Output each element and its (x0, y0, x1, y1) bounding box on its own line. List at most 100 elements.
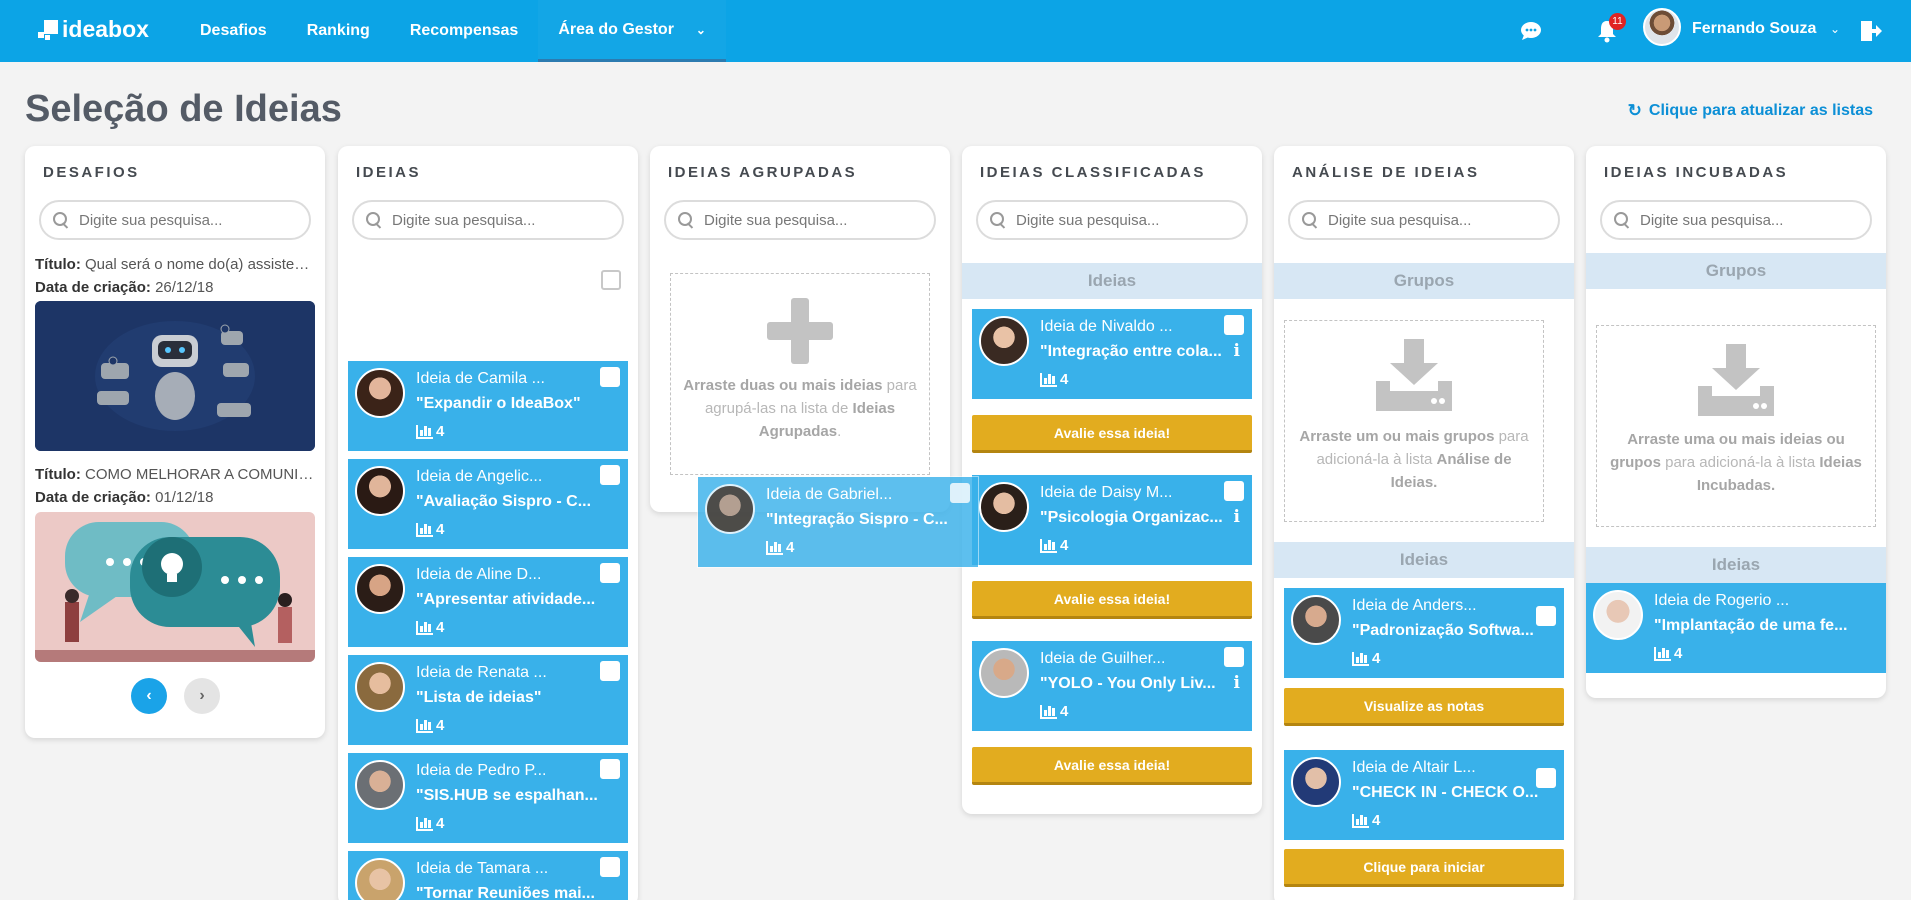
refresh-lists-link[interactable]: ↻ Clique para atualizar as listas (1628, 101, 1873, 121)
idea-card[interactable]: Ideia de Rogerio ... "Implantação de uma… (1586, 583, 1886, 673)
search-field[interactable] (39, 200, 311, 240)
visualize-notas-button[interactable]: Visualize as notas (1284, 688, 1564, 726)
avalie-ideia-button[interactable]: Avalie essa ideia! (972, 415, 1252, 453)
idea-checkbox[interactable] (1536, 606, 1556, 626)
idea-checkbox[interactable] (1224, 315, 1244, 335)
idea-checkbox[interactable] (1224, 481, 1244, 501)
chevron-down-icon: ⌄ (695, 22, 706, 37)
top-navbar: ideabox Desafios Ranking Recompensas Áre… (0, 0, 1911, 62)
dragging-idea-card[interactable]: Ideia de Gabriel... "Integração Sispro -… (698, 477, 978, 567)
search-field[interactable] (664, 200, 936, 240)
next-page-button[interactable]: › (184, 678, 220, 714)
idea-author: Ideia de Guilher... (1040, 650, 1166, 667)
idea-title: "Psicologia Organizac... (1040, 509, 1223, 526)
select-all-checkbox[interactable] (601, 270, 621, 290)
idea-author: Ideia de Renata ... (416, 664, 547, 681)
idea-card[interactable]: Ideia de Renata ... "Lista de ideias" 4 (348, 655, 628, 745)
info-icon[interactable]: i (1234, 673, 1240, 693)
idea-card[interactable]: Ideia de Anders... "Padronização Softwa.… (1284, 588, 1564, 678)
idea-card[interactable]: Ideia de Nivaldo ... "Integração entre c… (972, 309, 1252, 399)
search-input[interactable] (79, 211, 299, 229)
avalie-ideia-button[interactable]: Avalie essa ideia! (972, 747, 1252, 785)
avalie-ideia-button[interactable]: Avalie essa ideia! (972, 581, 1252, 619)
idea-score: 4 (416, 521, 444, 538)
column-desafios: DESAFIOS Título: Qual será o nome do(a) … (25, 146, 325, 738)
search-input[interactable] (1328, 211, 1548, 229)
info-icon[interactable]: i (1234, 507, 1240, 527)
bar-chart-icon (416, 718, 433, 733)
idea-title: "Tornar Reuniões mai... (416, 885, 595, 900)
nav-area-do-gestor[interactable]: Área do Gestor ⌄ (538, 0, 726, 62)
column-ideias-classificadas: IDEIAS CLASSIFICADAS Ideias Ideia de Niv… (962, 146, 1262, 814)
idea-card[interactable]: Ideia de Camila ... "Expandir o IdeaBox"… (348, 361, 628, 451)
idea-title: "CHECK IN - CHECK O... (1352, 784, 1539, 801)
idea-card[interactable]: Ideia de Altair L... "CHECK IN - CHECK O… (1284, 750, 1564, 840)
idea-score: 4 (1040, 703, 1068, 720)
idea-card[interactable]: Ideia de Tamara ... "Tornar Reuniões mai… (348, 851, 628, 900)
column-title: IDEIAS AGRUPADAS (668, 164, 858, 181)
idea-card-content: Ideia de Gabriel... "Integração Sispro -… (698, 477, 978, 567)
search-field[interactable] (352, 200, 624, 240)
idea-card[interactable]: Ideia de Aline D... "Apresentar atividad… (348, 557, 628, 647)
section-header-grupos: Grupos (1586, 253, 1886, 289)
avatar (705, 484, 755, 534)
logo-text: ideabox (62, 16, 149, 42)
avatar (1593, 590, 1643, 640)
column-ideias: IDEIAS Ideia de Camila ... "Expandir o I… (338, 146, 638, 900)
idea-title: "Integração entre cola... (1040, 343, 1222, 360)
nav-ranking[interactable]: Ranking (287, 0, 390, 62)
ideabox-logo[interactable]: ideabox (38, 16, 149, 43)
desafio-image-robot[interactable] (35, 301, 315, 451)
nav-recompensas[interactable]: Recompensas (390, 0, 539, 62)
column-title: IDEIAS INCUBADAS (1604, 164, 1789, 181)
analise-dropzone[interactable]: Arraste um ou mais grupos para adicioná-… (1284, 320, 1544, 522)
user-avatar[interactable] (1643, 8, 1681, 46)
idea-checkbox[interactable] (1536, 768, 1556, 788)
info-icon[interactable]: i (1234, 341, 1240, 361)
search-input[interactable] (392, 211, 612, 229)
idea-checkbox[interactable] (1224, 647, 1244, 667)
idea-checkbox[interactable] (950, 483, 970, 503)
idea-title: "Implantação de uma fe... (1654, 617, 1848, 634)
chevron-down-icon[interactable]: ⌄ (1830, 22, 1840, 36)
idea-card[interactable]: Ideia de Angelic... "Avaliação Sispro - … (348, 459, 628, 549)
logo-icon (38, 19, 58, 40)
chat-icon[interactable] (1520, 21, 1542, 41)
download-tray-icon (1376, 339, 1452, 411)
logout-icon[interactable] (1860, 20, 1882, 42)
search-icon (1302, 212, 1318, 228)
idea-checkbox[interactable] (600, 465, 620, 485)
idea-card[interactable]: Ideia de Pedro P... "SIS.HUB se espalhan… (348, 753, 628, 843)
section-header-ideias: Ideias (1274, 542, 1574, 578)
idea-card[interactable]: Ideia de Guilher... "YOLO - You Only Liv… (972, 641, 1252, 731)
idea-score: 4 (416, 423, 444, 440)
idea-card[interactable]: Ideia de Daisy M... "Psicologia Organiza… (972, 475, 1252, 565)
idea-author: Ideia de Altair L... (1352, 759, 1476, 776)
idea-title: "SIS.HUB se espalhan... (416, 787, 598, 804)
desafio-image-communication[interactable] (35, 512, 315, 662)
bar-chart-icon (1040, 538, 1057, 553)
previous-page-button[interactable]: ‹ (131, 678, 167, 714)
download-tray-icon (1698, 344, 1774, 416)
search-input[interactable] (1016, 211, 1236, 229)
search-input[interactable] (704, 211, 924, 229)
avatar (355, 466, 405, 516)
bar-chart-icon (416, 522, 433, 537)
idea-author: Ideia de Pedro P... (416, 762, 547, 779)
search-input[interactable] (1640, 211, 1860, 229)
incubadas-dropzone[interactable]: Arraste uma ou mais ideias ou grupos par… (1596, 325, 1876, 527)
idea-score: 4 (1040, 371, 1068, 388)
idea-checkbox[interactable] (600, 563, 620, 583)
idea-checkbox[interactable] (600, 759, 620, 779)
group-dropzone[interactable]: Arraste duas ou mais ideias para agrupá-… (670, 273, 930, 475)
clique-para-iniciar-button[interactable]: Clique para iniciar (1284, 849, 1564, 887)
search-field[interactable] (1288, 200, 1560, 240)
search-field[interactable] (1600, 200, 1872, 240)
user-name[interactable]: Fernando Souza (1692, 20, 1816, 38)
idea-checkbox[interactable] (600, 661, 620, 681)
idea-checkbox[interactable] (600, 857, 620, 877)
nav-desafios[interactable]: Desafios (180, 0, 287, 62)
idea-checkbox[interactable] (600, 367, 620, 387)
avatar (1291, 595, 1341, 645)
search-field[interactable] (976, 200, 1248, 240)
